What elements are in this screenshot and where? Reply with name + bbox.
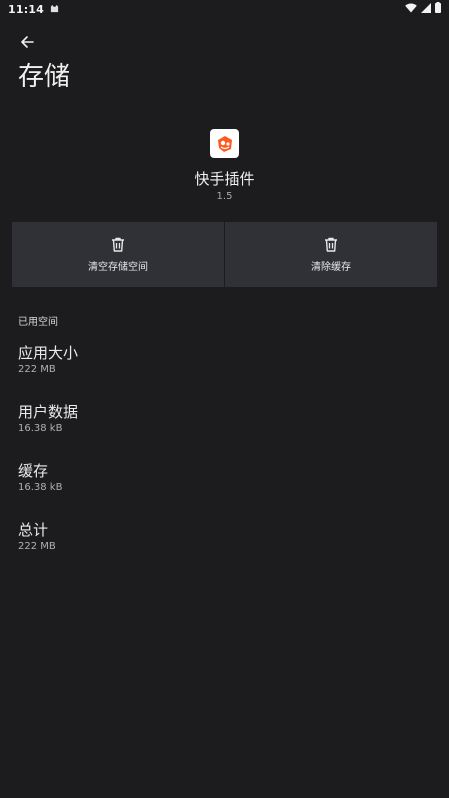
section-header-used-space: 已用空间 xyxy=(18,317,58,328)
storage-item-title: 应用大小 xyxy=(18,344,79,362)
signal-icon xyxy=(421,2,431,16)
arrow-back-icon xyxy=(21,36,34,48)
trash-icon xyxy=(112,237,124,252)
status-bar: 11:14 xyxy=(0,0,449,18)
clear-cache-button[interactable]: 清除缓存 xyxy=(225,222,437,287)
notification-cat-icon xyxy=(50,3,59,16)
storage-item-title: 缓存 xyxy=(18,462,49,480)
clear-cache-label: 清除缓存 xyxy=(311,261,351,273)
app-name: 快手插件 xyxy=(194,170,255,188)
page-title: 存储 xyxy=(18,62,71,92)
wifi-icon xyxy=(405,3,417,16)
status-icons xyxy=(405,2,441,16)
storage-item-value: 16.38 kB xyxy=(18,482,63,493)
storage-item-value: 222 MB xyxy=(18,364,56,375)
battery-icon xyxy=(435,2,441,16)
storage-item-title: 用户数据 xyxy=(18,403,79,421)
storage-item-title: 总计 xyxy=(18,521,49,539)
storage-item-value: 16.38 kB xyxy=(18,423,63,434)
storage-item-user-data: 用户数据 16.38 kB xyxy=(18,403,428,434)
back-button[interactable] xyxy=(14,31,40,53)
storage-item-total: 总计 222 MB xyxy=(18,521,428,552)
app-version: 1.5 xyxy=(216,191,233,202)
storage-item-app-size: 应用大小 222 MB xyxy=(18,344,428,375)
trash-icon xyxy=(325,237,337,252)
app-icon xyxy=(210,129,239,158)
storage-item-value: 222 MB xyxy=(18,541,56,552)
storage-item-cache: 缓存 16.38 kB xyxy=(18,462,428,493)
clear-storage-button[interactable]: 清空存储空间 xyxy=(12,222,224,287)
clear-storage-label: 清空存储空间 xyxy=(88,261,148,273)
storage-actions: 清空存储空间 清除缓存 xyxy=(12,222,437,287)
storage-screen: 11:14 存储 快手插件 1.5 清空存储空间 清除缓存 已用空间 应用大小 … xyxy=(0,0,449,798)
status-time: 11:14 xyxy=(8,2,45,16)
